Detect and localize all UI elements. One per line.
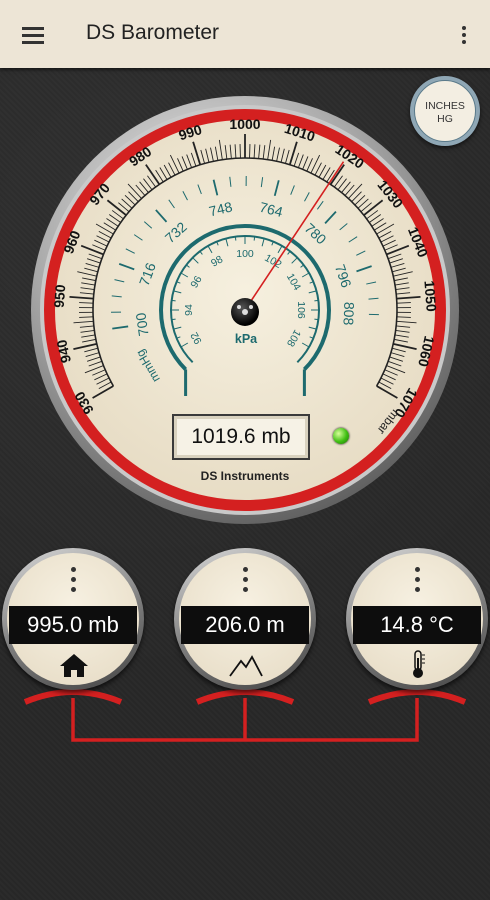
thermometer-icon <box>413 650 425 678</box>
more-vert-icon[interactable] <box>450 18 478 52</box>
units-toggle-button[interactable]: INCHES HG <box>410 76 480 146</box>
kpa-unit-label: kPa <box>234 332 258 346</box>
mbar-tick-label: 950 <box>51 284 69 309</box>
temperature-value: 14.8 °C <box>353 606 481 644</box>
altitude-gauge-menu-icon[interactable] <box>243 567 249 597</box>
app-bar: DS Barometer <box>0 0 490 68</box>
brand-label: DS Instruments <box>200 469 290 483</box>
pressure-readout: 1019.6 mb <box>172 414 310 460</box>
mbar-tick-label: 1000 <box>229 116 260 132</box>
connector-lines <box>23 689 467 742</box>
home-pressure-value: 995.0 mb <box>9 606 137 644</box>
app-title: DS Barometer <box>86 21 220 44</box>
mountain-icon <box>229 655 263 677</box>
home-gauge-menu-icon[interactable] <box>71 567 77 597</box>
kpa-tick-label: 106 <box>295 301 307 319</box>
altitude-gauge[interactable]: 206.0 m <box>174 548 316 690</box>
status-led <box>333 428 349 444</box>
mmhg-tick-label: 700 <box>132 312 151 338</box>
temperature-gauge[interactable]: 14.8 °C <box>346 548 488 690</box>
kpa-tick-label: 100 <box>236 248 254 260</box>
kpa-tick-label: 94 <box>183 304 195 316</box>
hamburger-menu-icon[interactable] <box>14 18 54 50</box>
temperature-gauge-menu-icon[interactable] <box>415 567 421 597</box>
mmhg-tick-label: 808 <box>341 302 358 326</box>
mbar-tick-label: 1050 <box>421 280 439 312</box>
home-icon <box>60 654 88 677</box>
altitude-value: 206.0 m <box>181 606 309 644</box>
units-toggle-line1: INCHES <box>425 100 465 112</box>
units-toggle-line2: HG <box>437 113 453 125</box>
home-pressure-gauge[interactable]: 995.0 mb <box>2 548 144 690</box>
